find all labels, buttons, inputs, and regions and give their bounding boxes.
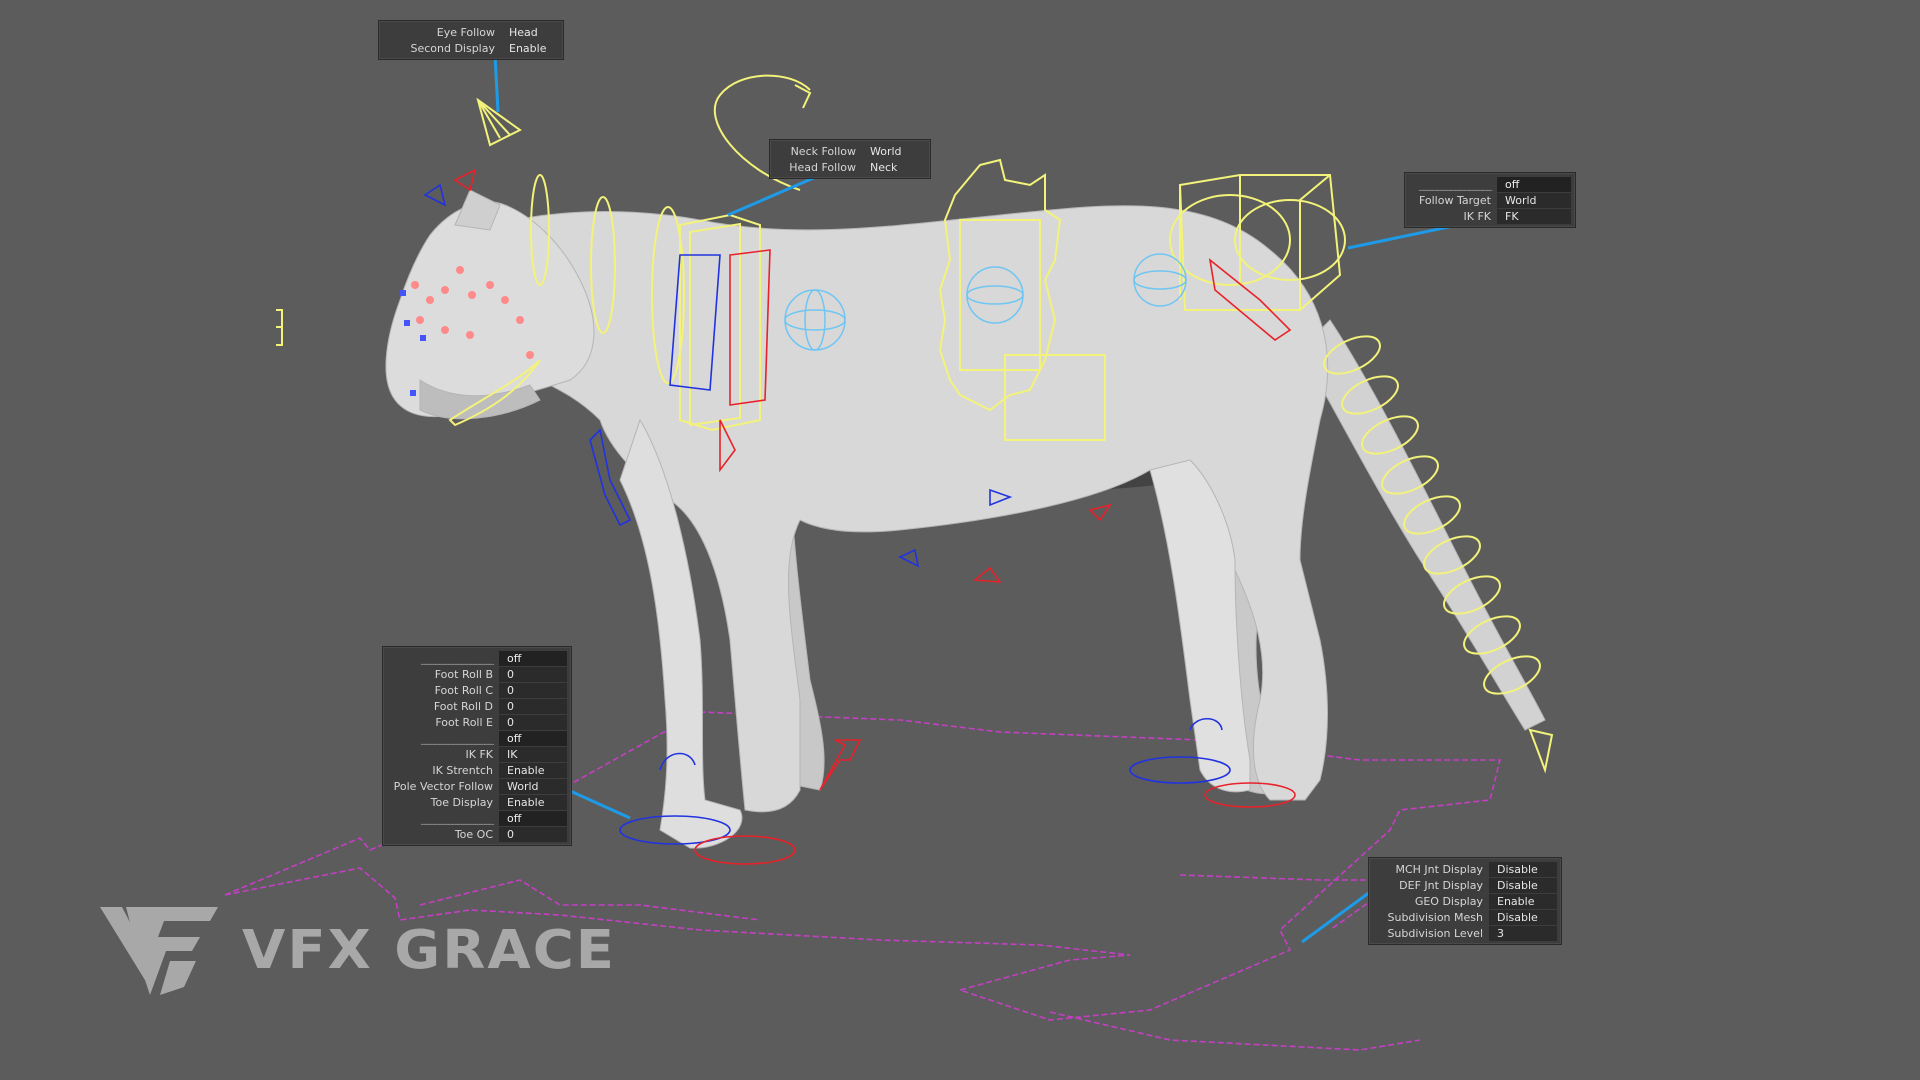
leg-attr-label: Foot Roll C	[434, 683, 493, 697]
neck-attr-value[interactable]: World	[862, 144, 926, 159]
neck-attr-label: Head Follow	[789, 160, 856, 174]
leg-attr-label: Toe Display	[430, 795, 493, 809]
tail-attr-row[interactable]: IK FK FK	[1409, 208, 1571, 224]
global-attr-label: MCH Jnt Display	[1395, 862, 1483, 876]
neck-attr-label: Neck Follow	[790, 144, 856, 158]
neck-attr-value[interactable]: Neck	[862, 160, 926, 175]
head-attr-label: Eye Follow	[436, 25, 495, 39]
tail-attr-row[interactable]: Follow Target World	[1409, 192, 1571, 208]
leg-attr-value[interactable]: 0	[499, 682, 567, 698]
head-attr-row[interactable]: Eye Follow Head	[383, 24, 559, 40]
global-attr-value[interactable]: Disable	[1489, 861, 1557, 877]
global-attr-row[interactable]: MCH Jnt Display Disable	[1373, 861, 1557, 877]
global-attribute-panel[interactable]: MCH Jnt Display Disable DEF Jnt Display Dis…	[1368, 857, 1562, 945]
leg-attr-label: Foot Roll D	[433, 699, 493, 713]
leg-attr-label: ________________	[421, 811, 494, 825]
leg-attr-value[interactable]: 0	[499, 826, 567, 842]
leg-attr-row[interactable]: Foot Roll E 0	[387, 714, 567, 730]
head-attr-label: Second Display	[410, 41, 495, 55]
tail-attr-label: IK FK	[1463, 209, 1492, 223]
global-attr-value[interactable]: Enable	[1489, 893, 1557, 909]
tail-attr-value[interactable]: FK	[1497, 208, 1571, 224]
leg-attr-label: Foot Roll E	[435, 715, 493, 729]
leg-attr-row[interactable]: Foot Roll B 0	[387, 666, 567, 682]
global-attr-label: Subdivision Level	[1387, 926, 1483, 940]
tail-attr-value[interactable]: World	[1497, 192, 1571, 208]
leg-attr-row[interactable]: IK FK IK	[387, 746, 567, 762]
head-attribute-panel[interactable]: Eye Follow Head Second Display Enable	[378, 20, 564, 60]
global-attr-row[interactable]: GEO Display Enable	[1373, 893, 1557, 909]
global-attr-value[interactable]: Disable	[1489, 877, 1557, 893]
tail-attr-label: ________________	[1419, 177, 1492, 191]
leg-attr-row[interactable]: IK Strentch Enable	[387, 762, 567, 778]
global-attr-row[interactable]: Subdivision Level 3	[1373, 925, 1557, 941]
global-attr-label: GEO Display	[1414, 894, 1483, 908]
leg-attr-row[interactable]: Foot Roll C 0	[387, 682, 567, 698]
vfx-grace-logo: VFX GRACE	[100, 895, 616, 1005]
tail-attr-row[interactable]: ________________ off	[1409, 176, 1571, 192]
leg-attr-label: Pole Vector Follow	[393, 779, 493, 793]
leg-attr-label: IK Strentch	[432, 763, 493, 777]
leg-attr-value[interactable]: off	[499, 730, 567, 746]
leg-attr-row[interactable]: ________________ off	[387, 810, 567, 826]
leg-attr-value[interactable]: IK	[499, 746, 567, 762]
neck-attribute-panel[interactable]: Neck Follow World Head Follow Neck	[769, 139, 931, 179]
logo-wordmark: VFX GRACE	[242, 919, 617, 981]
head-attr-row[interactable]: Second Display Enable	[383, 40, 559, 56]
leg-attr-label: IK FK	[465, 747, 494, 761]
global-attr-row[interactable]: Subdivision Mesh Disable	[1373, 909, 1557, 925]
leg-attr-label: ________________	[421, 651, 494, 665]
leg-attr-row[interactable]: Foot Roll D 0	[387, 698, 567, 714]
vfx-grace-logo-icon	[100, 907, 218, 995]
leg-attr-row[interactable]: ________________ off	[387, 650, 567, 666]
head-attr-value[interactable]: Head	[501, 25, 559, 40]
leg-attribute-panel[interactable]: ________________ off Foot Roll B 0 Foot Roll…	[382, 646, 572, 846]
tail-attr-label: Follow Target	[1418, 193, 1491, 207]
leg-attr-value[interactable]: 0	[499, 698, 567, 714]
leg-attr-row[interactable]: Toe OC 0	[387, 826, 567, 842]
leg-attr-row[interactable]: ________________ off	[387, 730, 567, 746]
leg-attr-value[interactable]: Enable	[499, 794, 567, 810]
leg-attr-value[interactable]: 0	[499, 714, 567, 730]
leg-attr-row[interactable]: Toe Display Enable	[387, 794, 567, 810]
global-attr-value[interactable]: 3	[1489, 925, 1557, 941]
global-attr-label: Subdivision Mesh	[1387, 910, 1484, 924]
leg-attr-value[interactable]: World	[499, 778, 567, 794]
leg-attr-value[interactable]: off	[499, 650, 567, 666]
global-attr-label: DEF Jnt Display	[1399, 878, 1483, 892]
leg-attr-row[interactable]: Pole Vector Follow World	[387, 778, 567, 794]
global-attr-row[interactable]: DEF Jnt Display Disable	[1373, 877, 1557, 893]
head-attr-value[interactable]: Enable	[501, 41, 559, 56]
tail-attr-value[interactable]: off	[1497, 176, 1571, 192]
tail-attribute-panel[interactable]: ________________ off Follow Target World IK …	[1404, 172, 1576, 228]
leg-attr-value[interactable]: Enable	[499, 762, 567, 778]
leg-attr-label: Foot Roll B	[434, 667, 493, 681]
neck-attr-row[interactable]: Head Follow Neck	[774, 159, 926, 175]
global-attr-value[interactable]: Disable	[1489, 909, 1557, 925]
neck-attr-row[interactable]: Neck Follow World	[774, 143, 926, 159]
leg-attr-label: ________________	[421, 731, 494, 745]
leg-attr-value[interactable]: off	[499, 810, 567, 826]
leg-attr-label: Toe OC	[454, 827, 493, 841]
leg-attr-value[interactable]: 0	[499, 666, 567, 682]
